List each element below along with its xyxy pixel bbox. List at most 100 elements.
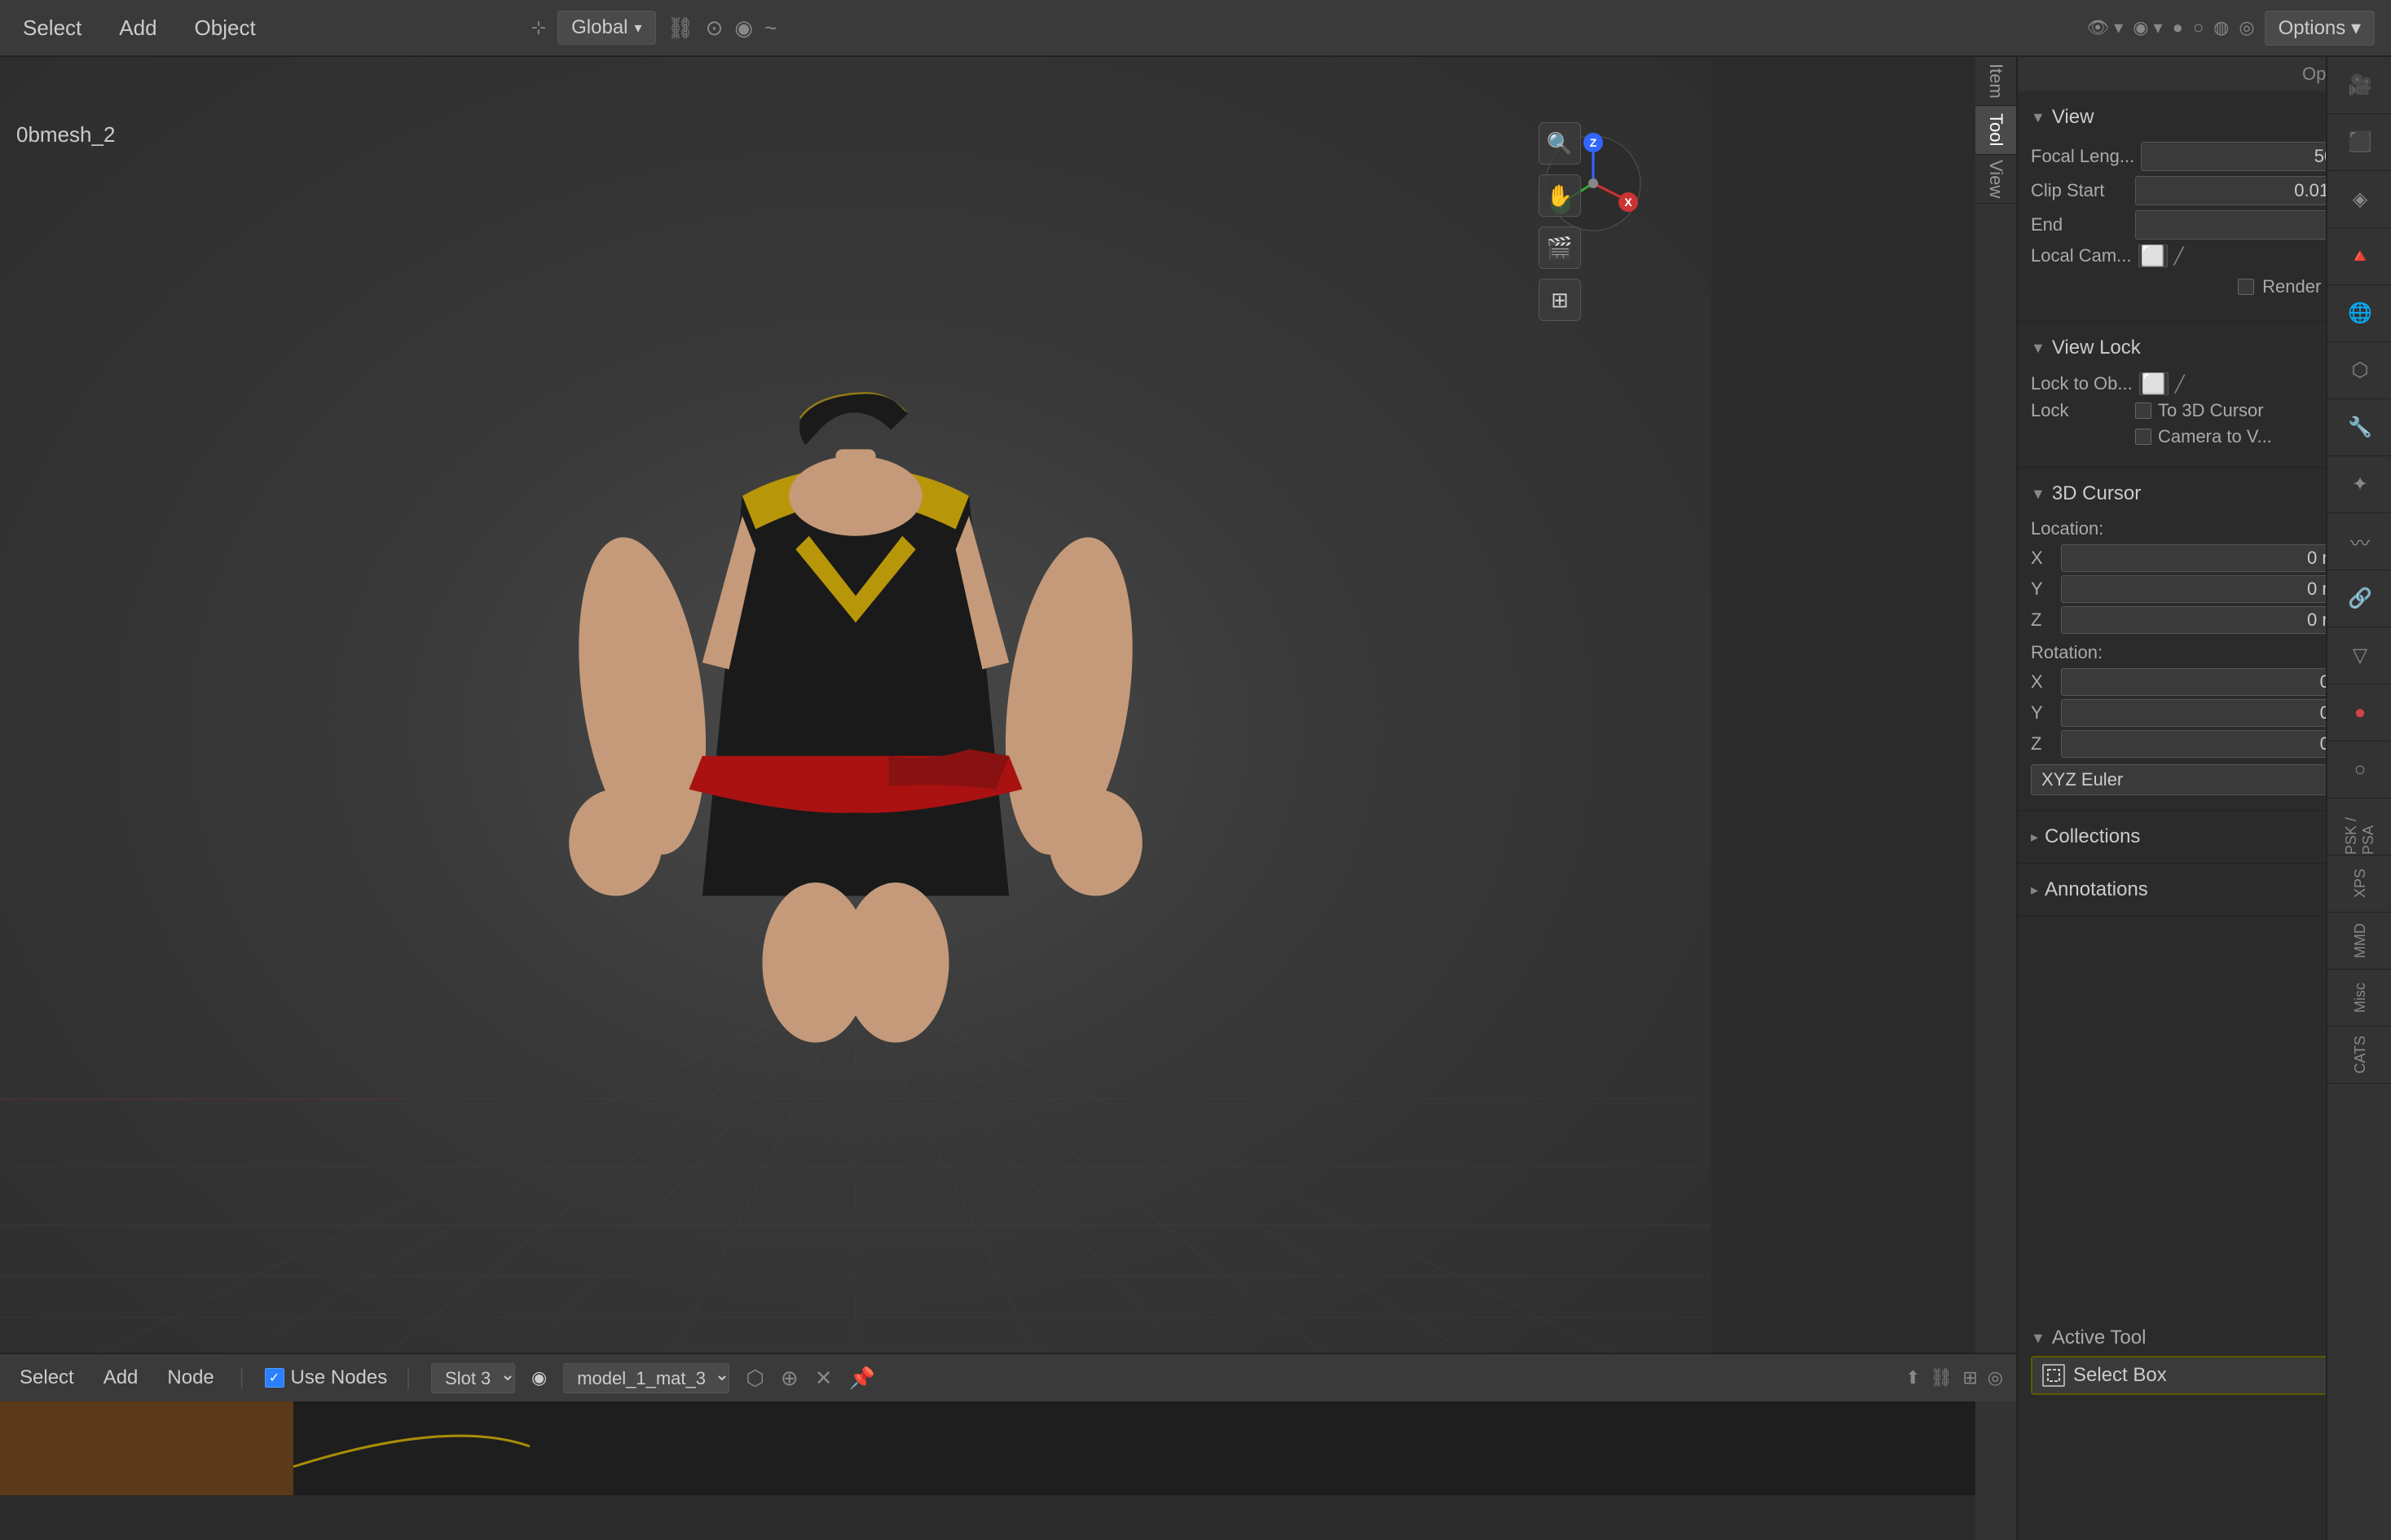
tab-tool[interactable]: Tool [1975, 106, 2016, 155]
collections-arrow: ▸ [2031, 829, 2038, 846]
new-material-icon[interactable]: ⊕ [781, 1366, 799, 1391]
bottom-snap-icon[interactable]: ⛓ [1930, 1367, 1953, 1388]
xps-tab[interactable]: XPS [2327, 856, 2391, 913]
view-section-title: View [2052, 106, 2094, 129]
render-regi-checkbox[interactable] [2238, 279, 2254, 295]
view-lock-arrow: ▼ [2031, 340, 2045, 357]
euler-label: XYZ Euler [2041, 769, 2123, 790]
psk-psa-tab[interactable]: PSK / PSA [2327, 799, 2391, 856]
menu-object[interactable]: Object [188, 12, 262, 44]
mmd-tab[interactable]: MMD [2327, 913, 2391, 970]
far-right-data-icon[interactable]: ▽ [2327, 627, 2391, 684]
far-right-modifier-icon[interactable]: 🔧 [2327, 399, 2391, 456]
options-dropdown[interactable]: Options ▾ [2265, 11, 2375, 46]
menu-divider-1: │ [237, 1367, 249, 1388]
far-right-constraints-icon[interactable]: 🔗 [2327, 570, 2391, 627]
viewport-3d[interactable]: 0bmesh_2 Z X Y [0, 57, 1711, 1401]
far-right-particles-icon[interactable]: ✦ [2327, 456, 2391, 513]
camera-view-btn[interactable]: 🎬 [1539, 227, 1581, 269]
cursor-z-value[interactable]: 0 m [2061, 606, 2346, 634]
cursor-y-label: Y [2031, 579, 2055, 600]
viewport-background: 0bmesh_2 Z X Y [0, 57, 1711, 1401]
annotations-arrow: ▸ [2031, 882, 2038, 899]
bottom-navigate-icon[interactable]: ⬆ [1905, 1367, 1920, 1388]
cursor-rx-value[interactable]: 0° [2061, 668, 2346, 696]
far-right-view-layer-icon[interactable]: ◈ [2327, 171, 2391, 228]
use-nodes-label: Use Nodes [265, 1366, 388, 1389]
menu-divider-2: │ [403, 1367, 415, 1388]
menu-select[interactable]: Select [16, 12, 88, 44]
cursor-rx-label: X [2031, 671, 2055, 693]
far-right-panel: 🎥 ⬛ ◈ 🔺 🌐 ⬡ 🔧 ✦ 〰 🔗 ▽ ● ○ PSK / PSA XPS … [2326, 57, 2391, 1540]
bottom-add-btn[interactable]: Add [97, 1363, 145, 1393]
overlay-icon[interactable]: ◉ [734, 15, 753, 41]
cats-tab[interactable]: CATS [2327, 1027, 2391, 1084]
camera-to-v-checkbox[interactable] [2135, 429, 2151, 445]
view-lock-title: View Lock [2052, 337, 2141, 359]
cursor-rz-value[interactable]: 0° [2061, 730, 2346, 758]
object-name-label: 0bmesh_2 [16, 122, 115, 147]
active-tool-arrow: ▼ [2031, 1330, 2045, 1347]
transform-mode-dropdown[interactable]: Global ▾ [557, 11, 655, 45]
transform-mode-label: Global [571, 16, 627, 39]
far-right-physics-icon[interactable]: 〰 [2327, 513, 2391, 570]
far-right-object-icon[interactable]: ⬡ [2327, 342, 2391, 399]
shading-material[interactable]: ◍ [2213, 17, 2229, 38]
annotations-title: Annotations [2045, 878, 2148, 901]
cursor-3d-arrow: ▼ [2031, 486, 2045, 503]
cursor-3d-title: 3D Cursor [2052, 482, 2141, 505]
pan-btn[interactable]: ✋ [1539, 174, 1581, 217]
far-right-material-icon[interactable]: ● [2327, 684, 2391, 741]
node-editor-area[interactable] [0, 1401, 2016, 1495]
snap-icon[interactable]: ⛓ [667, 15, 694, 41]
to-3d-cursor-checkbox[interactable] [2135, 403, 2151, 419]
cursor-ry-value[interactable]: 0° [2061, 699, 2346, 727]
material-dropdown[interactable]: model_1_mat_3 [563, 1363, 729, 1393]
top-menu-bar: Select Add Object ⊹ Global ▾ ⛓ ⊙ ◉ ~ 👁 ▾… [0, 0, 2391, 57]
chevron-down-icon: ▾ [635, 20, 642, 37]
tab-view[interactable]: View [1975, 155, 2016, 204]
bottom-layout-icon[interactable]: ⊞ [1962, 1367, 1977, 1388]
local-cam-toggle[interactable]: ⬜ [2138, 244, 2168, 267]
cursor-z-label: Z [2031, 609, 2055, 631]
menu-add[interactable]: Add [112, 12, 163, 44]
copy-nodes-icon[interactable]: ⬡ [746, 1366, 764, 1391]
overlay-dropdown[interactable]: ◉ ▾ [2133, 17, 2162, 38]
misc-tab[interactable]: Misc [2327, 970, 2391, 1027]
far-right-scene-icon[interactable]: 🔺 [2327, 228, 2391, 285]
shading-solid[interactable]: ● [2173, 17, 2183, 38]
view-collapse-arrow: ▼ [2031, 109, 2045, 126]
shading-wireframe[interactable]: ○ [2193, 17, 2204, 38]
slot-dropdown[interactable]: Slot 3 [431, 1363, 515, 1393]
lock-to-ob-label: Lock to Ob... [2031, 373, 2133, 394]
local-cam-picker[interactable]: ╱ [2174, 246, 2184, 266]
zoom-in-btn[interactable]: 🔍 [1539, 122, 1581, 165]
clip-end-label: End [2031, 214, 2129, 235]
bottom-zoom-icon[interactable]: ◎ [1988, 1367, 2003, 1388]
sidebar-tabs: Item Tool View [1975, 57, 2016, 1540]
pin-icon[interactable]: 📌 [849, 1366, 875, 1391]
eye-dropdown[interactable]: 👁 ▾ [2086, 17, 2123, 38]
shading-render[interactable]: ◎ [2239, 17, 2254, 38]
far-right-world-icon[interactable]: 🌐 [2327, 285, 2391, 342]
lock-to-ob-btn[interactable]: ⬜ [2139, 372, 2169, 395]
cursor-y-value[interactable]: 0 m [2061, 575, 2346, 603]
cursor-x-label: X [2031, 548, 2055, 569]
far-right-render-icon[interactable]: 🎥 [2327, 57, 2391, 114]
delete-material-icon[interactable]: ✕ [815, 1366, 833, 1391]
bottom-node-btn[interactable]: Node [161, 1363, 220, 1393]
material-sphere-icon: ◉ [531, 1367, 547, 1388]
far-right-shading-icon[interactable]: ○ [2327, 741, 2391, 799]
svg-text:X: X [1624, 196, 1632, 209]
proportional-icon[interactable]: ⊙ [706, 15, 724, 41]
far-right-output-icon[interactable]: ⬛ [2327, 114, 2391, 171]
tab-item[interactable]: Item [1975, 57, 2016, 106]
cursor-rz-label: Z [2031, 733, 2055, 755]
bottom-select-btn[interactable]: Select [13, 1363, 81, 1393]
cursor-x-value[interactable]: 0 m [2061, 544, 2346, 572]
use-nodes-checkbox[interactable] [265, 1368, 284, 1388]
lock-label: Lock [2031, 400, 2129, 421]
perspective-btn[interactable]: ⊞ [1539, 279, 1581, 321]
lock-to-ob-picker[interactable]: ╱ [2175, 374, 2185, 394]
shading-icon[interactable]: ~ [764, 15, 777, 41]
